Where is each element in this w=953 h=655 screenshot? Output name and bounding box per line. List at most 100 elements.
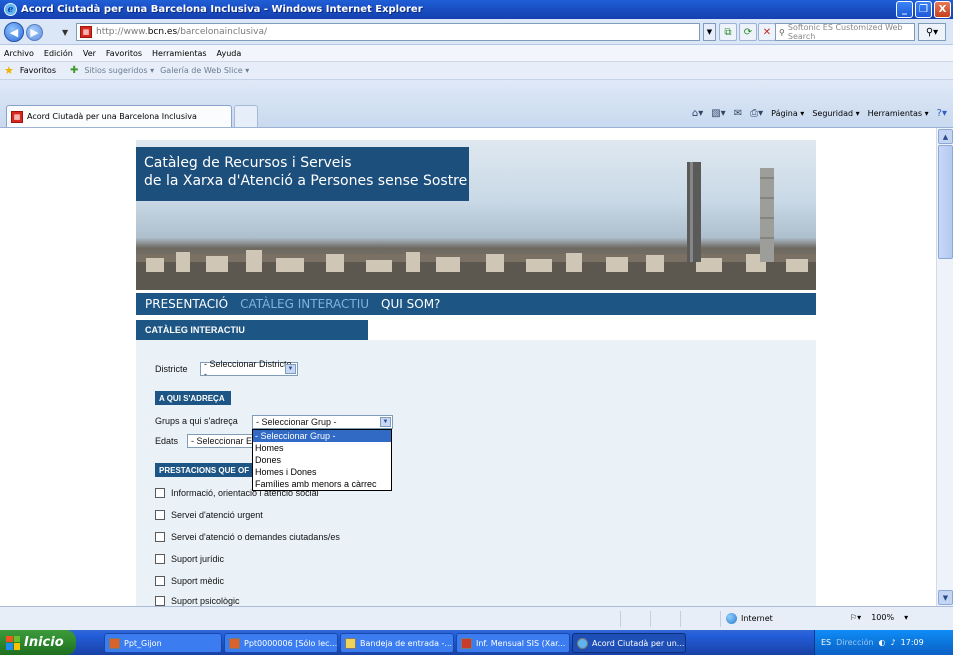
ie-icon <box>577 637 588 649</box>
new-tab-button[interactable] <box>234 105 258 127</box>
tools-menu[interactable]: Herramientas ▾ <box>868 109 929 118</box>
window-title-bar[interactable]: e Acord Ciutadà per una Barcelona Inclus… <box>0 0 953 19</box>
grups-select[interactable]: - Seleccionar Grup - ▼ <box>252 415 393 429</box>
taskbar-item-label: Ppt_Gijon <box>124 638 162 648</box>
header-banner: Catàleg de Recursos i Serveis de la Xarx… <box>136 140 816 290</box>
language-indicator[interactable]: ES <box>821 638 831 647</box>
web-slice-gallery-link[interactable]: Galería de Web Slice ▾ <box>160 66 249 75</box>
mail-icon[interactable]: ✉ <box>734 108 742 119</box>
checkbox[interactable] <box>155 596 165 606</box>
menu-edicion[interactable]: Edición <box>44 49 73 58</box>
print-icon[interactable]: ⎙▾ <box>750 108 763 119</box>
close-button[interactable]: X <box>934 1 951 18</box>
checkbox-label: Suport psicològic <box>171 596 240 606</box>
scroll-thumb[interactable] <box>938 145 953 259</box>
checkbox[interactable] <box>155 488 165 498</box>
pdf-icon <box>461 637 472 649</box>
tab-current[interactable]: ▦ Acord Ciutadà per una Barcelona Inclus… <box>6 105 232 127</box>
search-placeholder: Softonic ES Customized Web Search <box>787 23 903 41</box>
grups-option[interactable]: - Seleccionar Grup - <box>253 430 391 442</box>
checkbox[interactable] <box>155 576 165 586</box>
security-zone[interactable]: Internet <box>726 613 773 624</box>
checkbox[interactable] <box>155 554 165 564</box>
tray-network-icon[interactable]: ◐ <box>879 638 886 647</box>
menu-bar: Archivo Edición Ver Favoritos Herramient… <box>0 45 953 62</box>
stop-icon[interactable]: ✕ <box>758 23 776 41</box>
grups-option[interactable]: Homes i Dones <box>253 466 391 478</box>
taskbar-item[interactable]: Ppt_Gijon <box>104 633 222 653</box>
taskbar-item[interactable]: Bandeja de entrada -... <box>340 633 454 653</box>
checkbox-row[interactable]: Suport psicològic <box>155 596 240 606</box>
checkbox[interactable] <box>155 510 165 520</box>
nav-presentacio[interactable]: PRESENTACIÓ <box>145 297 228 311</box>
history-dropdown-icon[interactable]: ▼ <box>62 28 70 37</box>
tab-favicon-icon: ▦ <box>11 110 23 123</box>
checkbox-row[interactable]: Servei d'atenció urgent <box>155 510 263 520</box>
suggested-sites-link[interactable]: Sitios sugeridos ▾ <box>84 66 154 75</box>
checkbox-row[interactable]: Suport jurídic <box>155 554 224 564</box>
checkbox-row[interactable]: Suport mèdic <box>155 576 224 586</box>
window-title: Acord Ciutadà per una Barcelona Inclusiv… <box>21 4 423 15</box>
maximize-button[interactable]: ❐ <box>915 1 932 18</box>
search-button[interactable]: ⚲▾ <box>918 23 946 41</box>
scroll-up-icon[interactable]: ▲ <box>938 129 953 144</box>
grups-option[interactable]: Homes <box>253 442 391 454</box>
address-toolbar-label[interactable]: Dirección <box>836 638 873 647</box>
checkbox[interactable] <box>155 532 165 542</box>
a-qui-heading: A QUI S'ADREÇA <box>155 391 231 405</box>
back-button[interactable]: ◀ <box>4 22 24 42</box>
feeds-icon[interactable]: ▧▾ <box>711 108 725 119</box>
districte-select[interactable]: - Seleccionar Districte - ▼ <box>200 359 298 379</box>
chevron-down-icon[interactable]: ▾ <box>904 613 908 622</box>
grups-option[interactable]: Famílies amb menors a càrrec <box>253 478 391 490</box>
command-bar: ⌂▾ ▧▾ ✉ ⎙▾ Página ▾ Seguridad ▾ Herramie… <box>692 108 947 119</box>
security-menu[interactable]: Seguridad ▾ <box>812 109 859 118</box>
banner-title: Catàleg de Recursos i Serveis de la Xarx… <box>136 147 469 201</box>
address-input[interactable]: ▦ http://www. bcn.es /barcelonainclusiva… <box>76 23 700 41</box>
refresh-icon[interactable]: ⟳ <box>739 23 757 41</box>
minimize-button[interactable]: _ <box>896 1 913 18</box>
menu-ver[interactable]: Ver <box>83 49 96 58</box>
globe-icon <box>726 613 737 624</box>
site-nav: PRESENTACIÓ CATÀLEG INTERACTIU QUI SOM? <box>136 293 816 315</box>
banner-title-line2: de la Xarxa d'Atenció a Persones sense S… <box>144 173 468 189</box>
help-icon[interactable]: ?▾ <box>937 108 947 119</box>
menu-ayuda[interactable]: Ayuda <box>217 49 242 58</box>
add-favorite-icon[interactable]: ✚ <box>70 65 78 76</box>
nav-qui-som[interactable]: QUI SOM? <box>381 297 440 311</box>
page-menu[interactable]: Página ▾ <box>771 109 804 118</box>
checkbox-label: Suport mèdic <box>171 576 225 586</box>
menu-herramientas[interactable]: Herramientas <box>152 49 207 58</box>
taskbar-item[interactable]: Ppt0000006 [Sólo lec... <box>224 633 338 653</box>
search-input[interactable]: ⚲ Softonic ES Customized Web Search <box>775 23 915 41</box>
menu-favoritos[interactable]: Favoritos <box>106 49 142 58</box>
taskbar-item-active[interactable]: Acord Ciutadà per un... <box>572 633 686 653</box>
clock: 17:09 <box>900 638 924 647</box>
edats-label: Edats <box>155 436 179 446</box>
menu-archivo[interactable]: Archivo <box>4 49 34 58</box>
tray-volume-icon[interactable]: ♪ <box>891 638 896 647</box>
address-toolbar: ◀ ▶ ▼ ▦ http://www. bcn.es /barcelonainc… <box>0 19 953 45</box>
favorites-button[interactable]: Favoritos <box>20 66 56 75</box>
taskbar-item-label: Inf. Mensual SIS (Xar... <box>476 638 566 648</box>
address-dropdown-icon[interactable]: ▼ <box>703 23 716 41</box>
status-divider <box>680 611 681 627</box>
tab-label: Acord Ciutadà per una Barcelona Inclusiv… <box>27 112 197 121</box>
start-button[interactable]: Inicio <box>0 630 76 655</box>
chevron-down-icon: ▼ <box>380 417 391 427</box>
home-icon[interactable]: ⌂▾ <box>692 108 703 119</box>
taskbar-item[interactable]: Inf. Mensual SIS (Xar... <box>456 633 570 653</box>
zoom-control[interactable]: ⚐▾ 100% ▾ <box>850 613 908 622</box>
compatibility-icon[interactable]: ⧉ <box>719 23 737 41</box>
checkbox-row[interactable]: Servei d'atenció o demandes ciutadans/es <box>155 532 340 542</box>
grups-option[interactable]: Dones <box>253 454 391 466</box>
protected-mode-icon[interactable]: ⚐▾ <box>850 613 861 622</box>
search-icon: ⚲ <box>779 27 785 37</box>
forward-button[interactable]: ▶ <box>26 24 43 41</box>
status-bar: Internet ⚐▾ 100% ▾ <box>0 606 953 630</box>
checkbox-label: Suport jurídic <box>171 554 225 564</box>
start-label: Inicio <box>24 635 64 650</box>
scroll-down-icon[interactable]: ▼ <box>938 590 953 605</box>
nav-cataleg-interactiu[interactable]: CATÀLEG INTERACTIU <box>240 297 369 311</box>
vertical-scrollbar[interactable]: ▲ ▼ <box>936 128 953 606</box>
